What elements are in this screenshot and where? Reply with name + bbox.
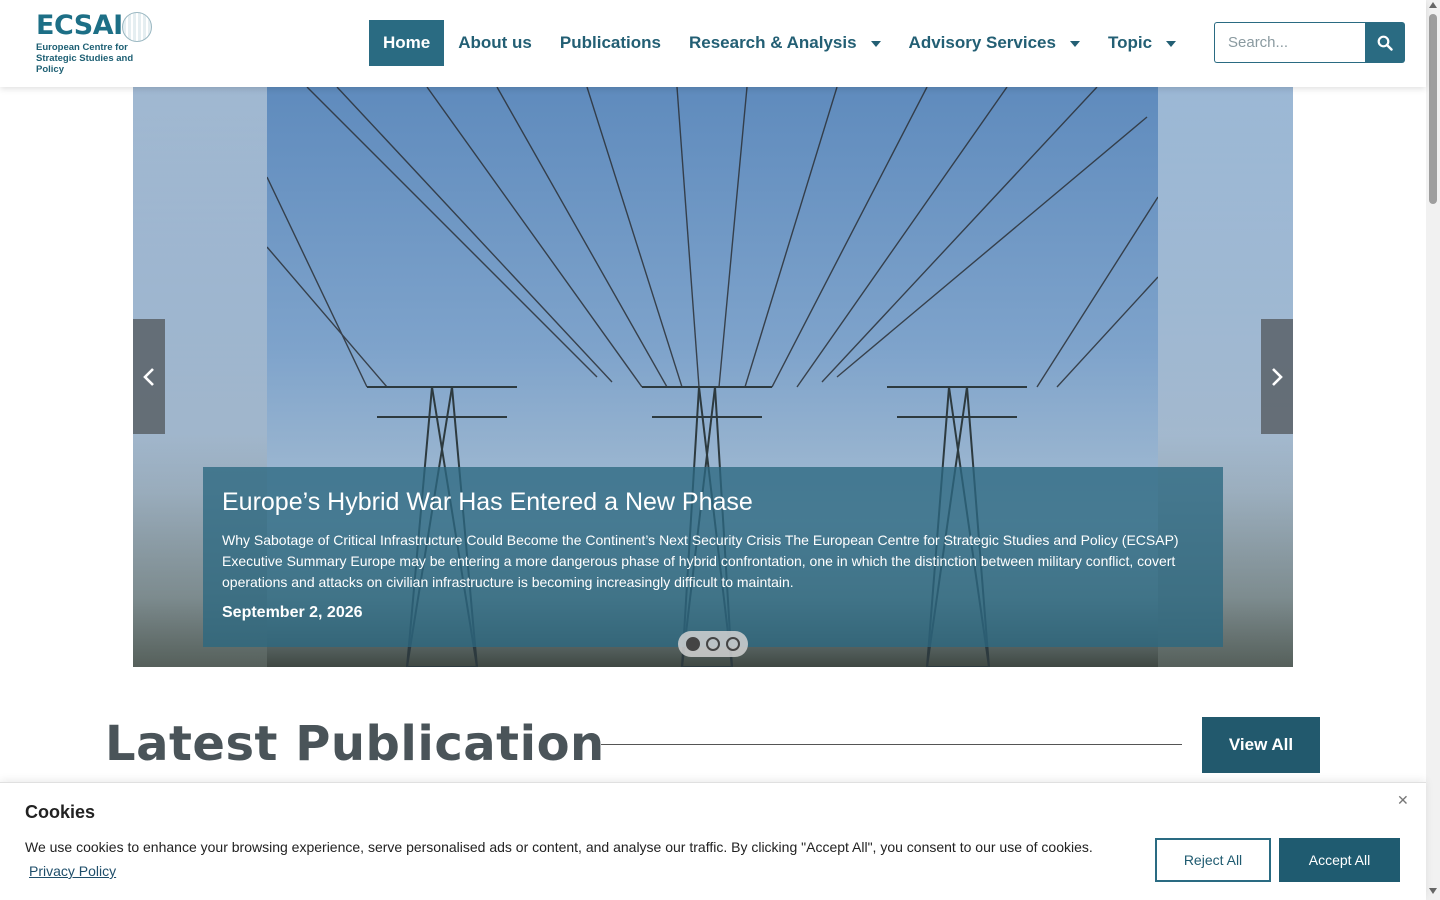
nav-publications[interactable]: Publications xyxy=(546,20,675,66)
globe-icon xyxy=(122,12,152,42)
view-all-button[interactable]: View All xyxy=(1202,717,1320,773)
scroll-down-icon[interactable] xyxy=(1429,888,1437,894)
caret-down-icon xyxy=(870,41,881,47)
slider-next-button[interactable] xyxy=(1261,319,1293,434)
nav-home-label: Home xyxy=(383,33,431,52)
scroll-thumb[interactable] xyxy=(1429,14,1437,204)
nav-research-analysis-label: Research & Analysis xyxy=(688,33,857,52)
search-button[interactable] xyxy=(1365,22,1405,63)
search-icon xyxy=(1377,35,1393,51)
hero-slider: Europe’s Hybrid War Has Entered a New Ph… xyxy=(133,87,1293,667)
nav-home[interactable]: Home xyxy=(369,20,445,66)
slider-pagination xyxy=(678,631,748,657)
heading-divider xyxy=(601,744,1182,745)
slider-dot-2[interactable] xyxy=(706,637,720,651)
accept-all-button[interactable]: Accept All xyxy=(1279,838,1400,882)
chevron-left-icon xyxy=(143,367,154,386)
search-input[interactable] xyxy=(1214,22,1365,63)
latest-publication-heading: Latest Publication xyxy=(105,716,605,772)
nav-topic[interactable]: Topic xyxy=(1094,20,1190,66)
slider-dot-1[interactable] xyxy=(686,637,700,651)
logo-text: ECSAI xyxy=(36,10,123,41)
slider-dot-3[interactable] xyxy=(726,637,740,651)
chevron-right-icon xyxy=(1272,367,1283,386)
caret-down-icon xyxy=(1069,41,1080,47)
nav-publications-label: Publications xyxy=(559,33,661,52)
cookie-banner: Cookies ✕ We use cookies to enhance your… xyxy=(0,782,1426,900)
nav-about-us-label: About us xyxy=(458,33,532,52)
slide-excerpt: Why Sabotage of Critical Infrastructure … xyxy=(222,532,1179,590)
logo-subtitle: European Centre for Strategic Studies an… xyxy=(36,42,134,75)
slide-title[interactable]: Europe’s Hybrid War Has Entered a New Ph… xyxy=(222,486,1204,518)
caret-down-icon xyxy=(1166,41,1177,47)
nav-research-analysis[interactable]: Research & Analysis xyxy=(675,20,895,66)
cookie-title: Cookies xyxy=(25,802,96,822)
search-form xyxy=(1214,22,1405,63)
page-scrollbar[interactable] xyxy=(1426,0,1440,900)
privacy-policy-link[interactable]: Privacy Policy xyxy=(29,863,116,879)
slider-prev-button[interactable] xyxy=(133,319,165,434)
slide-caption[interactable]: Europe’s Hybrid War Has Entered a New Ph… xyxy=(203,467,1223,647)
scroll-up-icon[interactable] xyxy=(1429,2,1437,8)
nav-topic-label: Topic xyxy=(1107,33,1153,52)
close-icon[interactable]: ✕ xyxy=(1397,792,1409,809)
site-header: ECSAI European Centre for Strategic Stud… xyxy=(0,0,1426,87)
nav-about-us[interactable]: About us xyxy=(444,20,546,66)
main-nav: Home About us Publications Research & An… xyxy=(369,20,1190,66)
reject-all-button[interactable]: Reject All xyxy=(1155,838,1271,882)
nav-advisory-services[interactable]: Advisory Services xyxy=(895,20,1094,66)
slide-date: September 2, 2026 xyxy=(222,604,363,621)
site-logo[interactable]: ECSAI European Centre for Strategic Stud… xyxy=(36,10,152,75)
nav-advisory-services-label: Advisory Services xyxy=(908,33,1056,52)
cookie-text: We use cookies to enhance your browsing … xyxy=(25,839,1093,855)
